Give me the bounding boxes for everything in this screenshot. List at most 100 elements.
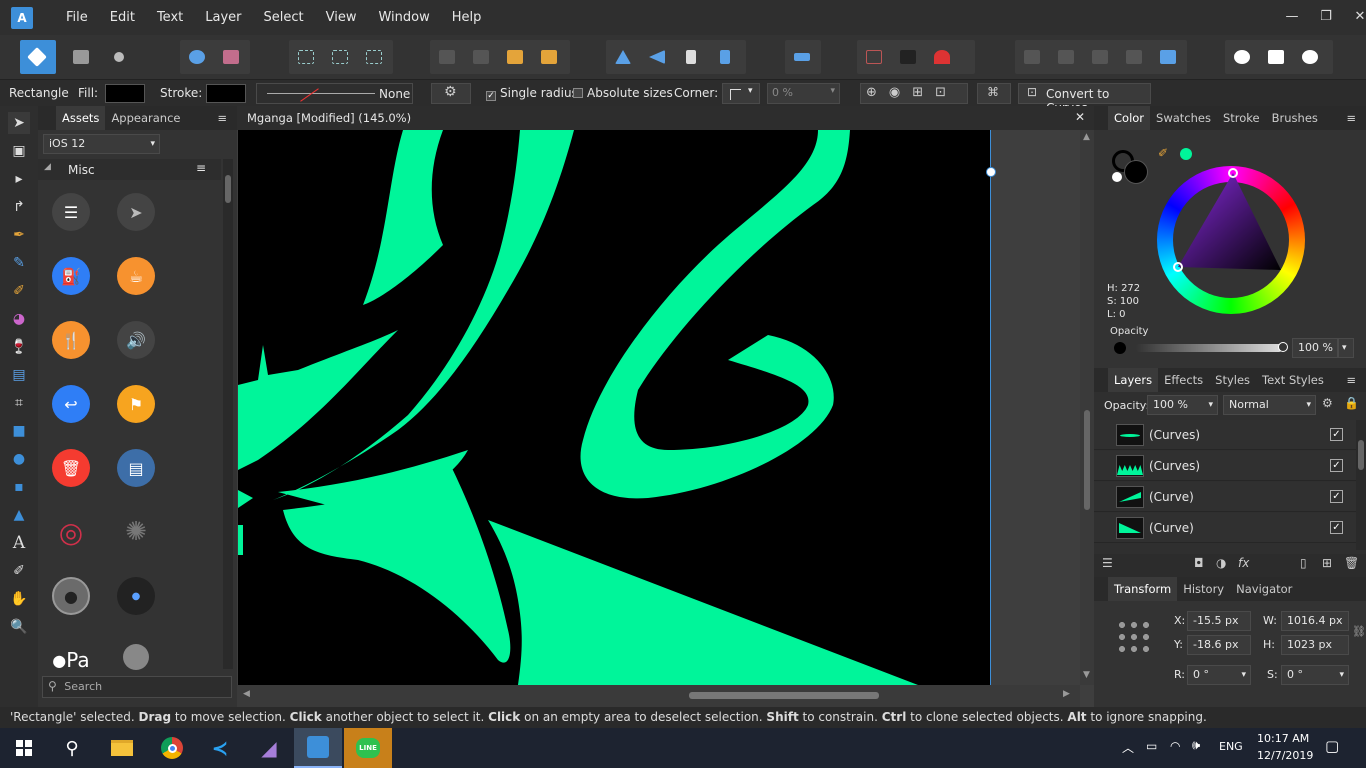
opacity-field[interactable]: 100 % — [1292, 338, 1338, 358]
new-layer-icon[interactable]: ▯ — [1300, 556, 1307, 570]
crop-tool-icon[interactable]: ⌗ — [8, 392, 30, 414]
layer-settings-gear-icon[interactable]: ⚙ — [1322, 396, 1333, 410]
vertical-scrollbar[interactable]: ▲ ▼ — [1080, 130, 1094, 685]
export-persona-icon[interactable] — [102, 40, 136, 74]
select-all-icon[interactable] — [289, 40, 323, 74]
width-field[interactable]: 1016.4 px — [1281, 611, 1349, 631]
layer-visibility-checkbox[interactable]: ✓ — [1330, 490, 1343, 503]
lock-ratio-icon[interactable]: ⛓ — [1352, 625, 1366, 638]
layer-row[interactable]: (Curve) ✓ — [1094, 482, 1356, 512]
settings-gear-icon[interactable]: ⚙ — [431, 83, 471, 104]
move-backward-icon[interactable] — [464, 40, 498, 74]
layers-scrollbar[interactable] — [1356, 420, 1366, 550]
tab-navigator[interactable]: Navigator — [1230, 577, 1298, 601]
corner-radius-field[interactable]: 0 % ▾ — [767, 83, 840, 104]
pen-tool-icon[interactable]: ✒ — [8, 224, 30, 246]
panel-menu-icon[interactable]: ≡ — [211, 106, 233, 130]
move-tool-icon[interactable]: ➤ — [8, 112, 30, 134]
no-color-icon[interactable] — [1112, 172, 1122, 182]
insert-behind-icon[interactable] — [1225, 40, 1259, 74]
visual-studio-icon[interactable]: ◢ — [245, 728, 293, 768]
apple-pay-icon[interactable]: ● Pa — [52, 641, 90, 679]
divide-boolean-icon[interactable] — [1151, 40, 1185, 74]
fill-swatch[interactable] — [105, 84, 145, 103]
move-forward-icon[interactable] — [498, 40, 532, 74]
tab-text-styles[interactable]: Text Styles — [1256, 368, 1330, 392]
shear-field[interactable]: 0 ° ▾ — [1281, 665, 1349, 685]
insert-top-icon[interactable] — [1259, 40, 1293, 74]
assets-scrollbar[interactable] — [223, 159, 233, 669]
designer-persona-button[interactable] — [20, 40, 56, 74]
absolute-sizes-checkbox[interactable]: Absolute sizes — [573, 86, 673, 100]
rotation-field[interactable]: 0 ° ▾ — [1187, 665, 1251, 685]
rotate-right-icon[interactable] — [708, 40, 742, 74]
reply-icon[interactable]: ↩ — [52, 385, 90, 423]
close-document-icon[interactable]: ✕ — [1075, 110, 1085, 124]
geometry-icon[interactable]: ⌘ — [977, 83, 1011, 104]
assistant-icon[interactable] — [214, 40, 248, 74]
line-app-icon[interactable]: LINE — [344, 728, 392, 768]
rounded-rectangle-tool-icon[interactable]: ▪ — [8, 476, 30, 498]
layer-row[interactable]: (Curves) ✓ — [1094, 451, 1356, 481]
tab-stroke[interactable]: Stroke — [1217, 106, 1266, 130]
search-taskbar-icon[interactable]: ⚲ — [48, 728, 96, 768]
battery-icon[interactable]: ▭ — [1146, 739, 1157, 753]
vscode-icon[interactable]: ≺ — [196, 728, 244, 768]
menu-file[interactable]: File — [55, 10, 99, 25]
move-front-icon[interactable] — [532, 40, 566, 74]
align-icon[interactable] — [785, 40, 819, 74]
insert-inside-icon[interactable] — [1293, 40, 1327, 74]
show-hidden-icons-chevron-icon[interactable]: ︿ — [1122, 739, 1134, 756]
xor-boolean-icon[interactable] — [1117, 40, 1151, 74]
y-position-field[interactable]: -18.6 px — [1187, 635, 1251, 655]
fuel-icon[interactable]: ⛽ — [52, 257, 90, 295]
affinity-designer-taskbar-icon[interactable] — [294, 728, 342, 768]
pixel-persona-icon[interactable] — [64, 40, 98, 74]
fill-tool-icon[interactable]: ◕ — [8, 308, 30, 330]
clock-date[interactable]: 12/7/2019 — [1257, 749, 1313, 762]
language-indicator[interactable]: ENG — [1219, 740, 1243, 753]
tab-swatches[interactable]: Swatches — [1150, 106, 1217, 130]
group-icon[interactable]: ⊞ — [1322, 556, 1332, 570]
avatar-icon[interactable]: ● — [52, 577, 90, 615]
volume-icon[interactable]: 🕪 — [1192, 738, 1200, 753]
restore-button[interactable]: ❐ — [1309, 0, 1343, 35]
tab-transform[interactable]: Transform — [1108, 577, 1178, 601]
anchor-point-selector[interactable] — [1116, 619, 1152, 655]
recent-color-dot[interactable] — [1180, 148, 1192, 160]
snapping-magnet-icon[interactable] — [925, 40, 959, 74]
misc-section-header[interactable]: ◢ Misc ≡ — [38, 159, 221, 180]
asset-category-dropdown[interactable]: iOS 12 ▾ — [43, 134, 160, 154]
section-menu-icon[interactable]: ≡ — [196, 161, 206, 175]
single-radius-checkbox[interactable]: ✓ Single radius — [486, 86, 578, 101]
delete-layer-icon[interactable]: 🗑 — [1344, 556, 1359, 570]
restaurant-icon[interactable]: 🍴 — [52, 321, 90, 359]
layer-row[interactable]: (Curve) ✓ — [1094, 513, 1356, 543]
text-tool-icon[interactable]: A — [8, 532, 30, 554]
menu-edit[interactable]: Edit — [99, 10, 146, 25]
fx-icon[interactable]: fx — [1238, 556, 1249, 570]
trash-icon[interactable]: 🗑 — [52, 449, 90, 487]
close-button[interactable]: ✕ — [1343, 0, 1366, 35]
place-image-tool-icon[interactable]: ▤ — [8, 364, 30, 386]
tab-assets[interactable]: Assets — [56, 106, 106, 130]
zoom-tool-icon[interactable]: 🔍 — [8, 616, 30, 638]
fill-color-well[interactable] — [1124, 160, 1148, 184]
menu-text[interactable]: Text — [146, 10, 194, 25]
canvas-area[interactable]: ▲ ▼ ◀ ▶ — [237, 130, 1094, 707]
spinner-icon[interactable]: ✺ — [117, 513, 155, 551]
coffee-icon[interactable]: ☕ — [117, 257, 155, 295]
list-icon[interactable]: ☰ — [52, 193, 90, 231]
panel-menu-icon[interactable]: ≡ — [1340, 106, 1362, 130]
corner-tool-icon[interactable]: ↱ — [8, 196, 30, 218]
panel-menu-icon[interactable]: ≡ — [1340, 368, 1362, 392]
opacity-dropdown[interactable]: ▾ — [1338, 338, 1354, 358]
height-field[interactable]: 1023 px — [1281, 635, 1349, 655]
archive-icon[interactable]: ▤ — [117, 449, 155, 487]
rectangle-tool-icon[interactable]: ■ — [8, 420, 30, 442]
layer-visibility-checkbox[interactable]: ✓ — [1330, 521, 1343, 534]
triangle-tool-icon[interactable]: ▲ — [8, 504, 30, 526]
layers-stack-icon[interactable]: ☰ — [1102, 556, 1113, 570]
x-position-field[interactable]: -15.5 px — [1187, 611, 1251, 631]
mask-icon[interactable]: ◘ — [1194, 556, 1204, 570]
